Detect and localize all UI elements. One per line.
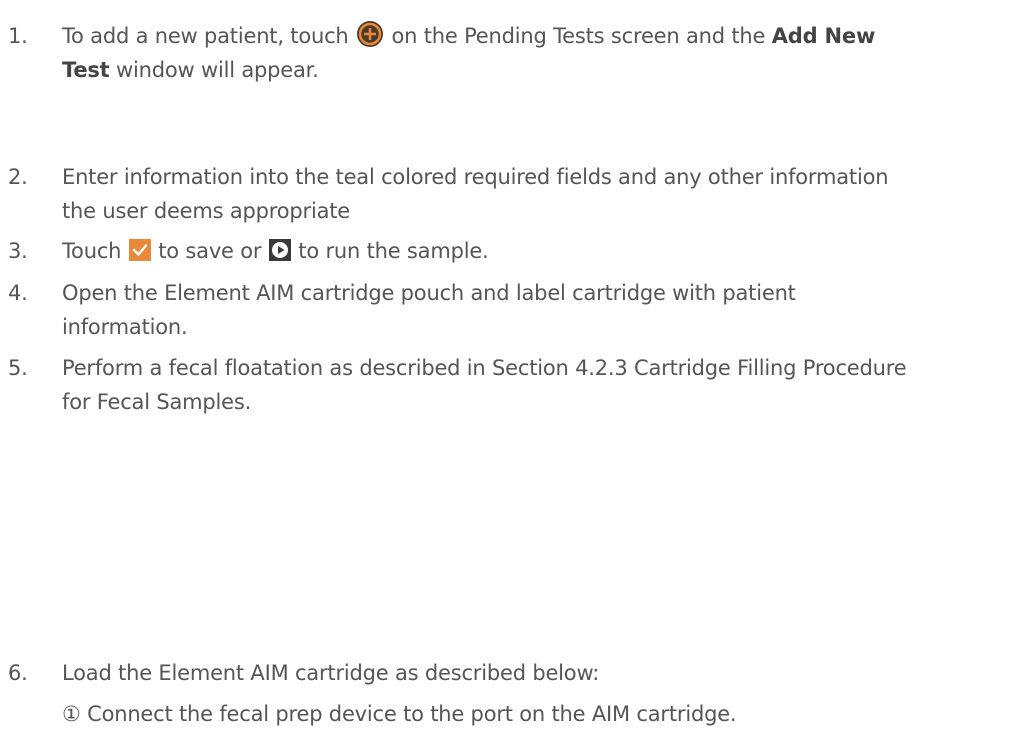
- step-text: on the Pending Tests screen and the: [391, 24, 766, 48]
- step-2: 2. Enter information into the teal color…: [0, 160, 1000, 228]
- step-number: 1.: [8, 24, 28, 48]
- step-3: 3. Touch to save or to run the sample.: [0, 234, 1000, 268]
- step-text: Load the Element AIM cartridge as descri…: [62, 661, 600, 685]
- step-text: to save or: [158, 239, 262, 263]
- window-name-bold: Test: [62, 58, 110, 82]
- window-name-bold: Add New: [771, 24, 876, 48]
- plus-circle-icon: [357, 21, 384, 47]
- step-text: Enter information into the teal colored …: [62, 165, 889, 189]
- step-number: 6.: [8, 661, 28, 685]
- instruction-page: 1. To add a new patient, touch on the Pe…: [0, 0, 1015, 742]
- step-text: To add a new patient, touch: [62, 24, 349, 48]
- substep-1: ① Connect the fecal prep device to the p…: [62, 702, 737, 726]
- step-text: for Fecal Samples.: [62, 390, 252, 414]
- step-text: Perform a fecal floatation as described …: [62, 356, 907, 380]
- step-text: information.: [62, 315, 188, 339]
- step-text: Touch: [62, 239, 122, 263]
- step-5: 5. Perform a fecal floatation as describ…: [0, 351, 1000, 419]
- step-number: 2.: [8, 165, 28, 189]
- step-number: 3.: [8, 239, 28, 263]
- step-text: Open the Element AIM cartridge pouch and…: [62, 281, 796, 305]
- step-4: 4. Open the Element AIM cartridge pouch …: [0, 276, 1000, 344]
- step-text: window will appear.: [116, 58, 319, 82]
- step-6: 6. Load the Element AIM cartridge as des…: [0, 656, 1000, 690]
- step-number: 4.: [8, 281, 28, 305]
- step-text: to run the sample.: [298, 239, 489, 263]
- checkmark-icon: [128, 239, 151, 261]
- step-number: 5.: [8, 356, 28, 380]
- step-1: 1. To add a new patient, touch on the Pe…: [0, 19, 1000, 87]
- play-icon: [268, 239, 291, 261]
- step-text: the user deems appropriate: [62, 199, 351, 223]
